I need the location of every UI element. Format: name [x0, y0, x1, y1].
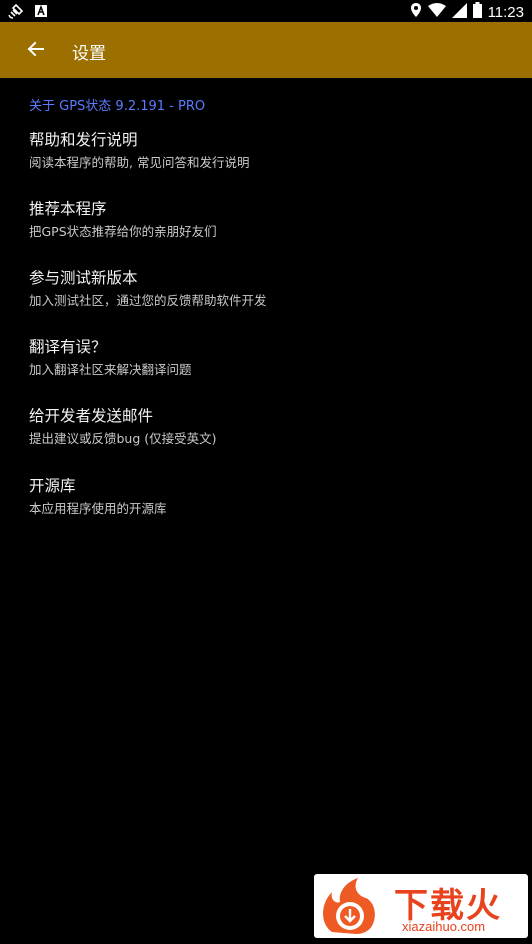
pref-title: 开源库: [29, 477, 76, 495]
signal-icon: [451, 2, 467, 22]
notification-a-icon: [34, 4, 48, 22]
pref-title: 参与测试新版本: [29, 269, 138, 287]
satellite-icon: [8, 3, 24, 23]
toolbar: 设置: [0, 22, 532, 78]
pref-open-source-libraries[interactable]: 开源库 本应用程序使用的开源库: [0, 474, 532, 536]
pref-summary: 加入翻译社区来解决翻译问题: [29, 362, 192, 377]
status-bar: 11:23: [0, 0, 532, 22]
pref-summary: 提出建议或反馈bug (仅接受英文): [29, 431, 217, 446]
pref-summary: 加入测试社区，通过您的反馈帮助软件开发: [29, 293, 267, 308]
arrow-left-icon: [27, 40, 45, 62]
pref-help-release-notes[interactable]: 帮助和发行说明 阅读本程序的帮助, 常见问答和发行说明: [0, 128, 532, 190]
pref-title: 推荐本程序: [29, 200, 107, 218]
battery-icon: [472, 2, 482, 22]
watermark: 下载火 xiazaihuo.com: [314, 874, 528, 938]
flame-logo-icon: [318, 876, 382, 936]
status-time: 11:23: [487, 3, 524, 21]
pref-email-developer[interactable]: 给开发者发送邮件 提出建议或反馈bug (仅接受英文): [0, 404, 532, 466]
pref-summary: 阅读本程序的帮助, 常见问答和发行说明: [29, 155, 250, 170]
pref-translation[interactable]: 翻译有误？ 加入翻译社区来解决翻译问题: [0, 335, 532, 397]
watermark-subtext: xiazaihuo.com: [402, 919, 486, 934]
about-header: 关于 GPS状态 9.2.191 - PRO: [29, 99, 206, 114]
status-right: 11:23: [410, 2, 524, 22]
pref-summary: 本应用程序使用的开源库: [29, 501, 167, 516]
location-icon: [410, 2, 422, 22]
pref-beta-testing[interactable]: 参与测试新版本 加入测试社区，通过您的反馈帮助软件开发: [0, 266, 532, 328]
status-left: [8, 3, 48, 23]
pref-title: 给开发者发送邮件: [29, 407, 154, 425]
wifi-icon: [427, 3, 446, 21]
pref-summary: 把GPS状态推荐给你的亲朋好友们: [29, 224, 217, 239]
pref-title: 翻译有误？: [29, 338, 107, 356]
page-title: 设置: [72, 44, 106, 64]
back-button[interactable]: [22, 37, 50, 65]
pref-recommend-app[interactable]: 推荐本程序 把GPS状态推荐给你的亲朋好友们: [0, 197, 532, 259]
pref-title: 帮助和发行说明: [29, 131, 138, 149]
